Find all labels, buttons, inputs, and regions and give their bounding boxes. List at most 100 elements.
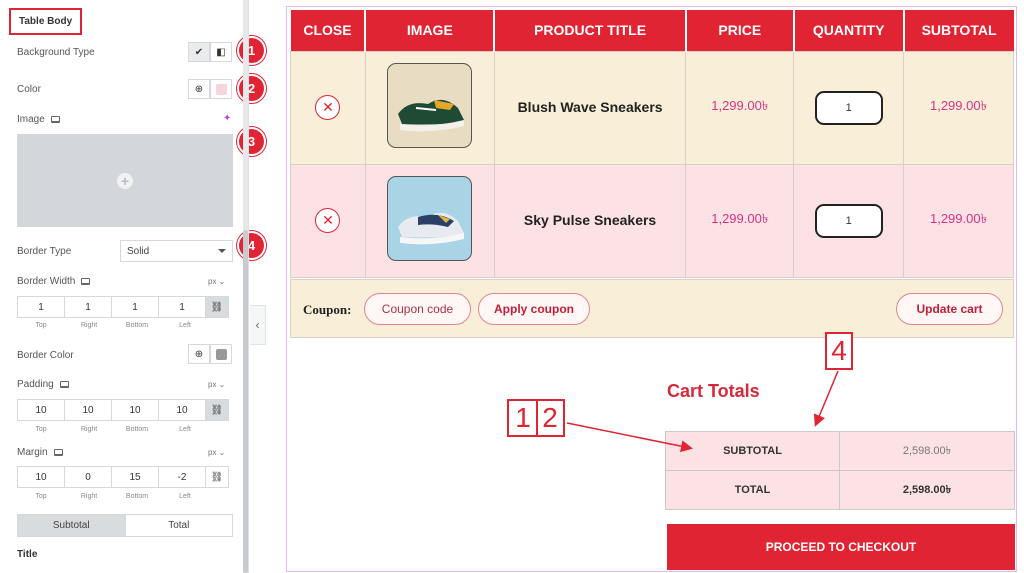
padding-left[interactable]: 10 (158, 399, 206, 421)
color-label: Color (17, 84, 41, 95)
total-label: TOTAL (665, 470, 840, 510)
product-title[interactable]: Sky Pulse Sneakers (524, 212, 656, 228)
qty-cell: 1 (793, 50, 905, 165)
product-image-sky-pulse[interactable] (387, 175, 473, 261)
badge-2: 2 (237, 74, 266, 103)
quantity-input[interactable]: 1 (814, 90, 883, 125)
globe-icon[interactable]: ⊕ (188, 344, 210, 364)
padding-top[interactable]: 10 (17, 399, 65, 421)
section-title[interactable]: Table Body (9, 8, 83, 35)
desktop-icon[interactable] (81, 277, 91, 285)
padding-bottom[interactable]: 10 (111, 399, 159, 421)
qty-cell: 1 (793, 163, 905, 278)
header-close: CLOSE (290, 10, 367, 51)
border-width-top[interactable]: 1 (17, 296, 65, 318)
dim-label-right: Right (80, 493, 98, 500)
product-price: 1,299.00৳ (711, 98, 769, 113)
tab-subtotal[interactable]: Subtotal (18, 515, 126, 536)
divider (248, 0, 249, 573)
editor-panel: Table Body Background Type ✔ ◧ 1 Color ⊕… (0, 0, 266, 573)
quantity-input[interactable]: 1 (814, 203, 883, 238)
margin-right[interactable]: 0 (64, 466, 112, 488)
padding-inputs: 10 10 10 10 ⛓ (17, 399, 233, 421)
border-type-select[interactable]: Solid (120, 240, 233, 262)
margin-left[interactable]: -2 (158, 466, 206, 488)
image-label: Image (17, 114, 60, 125)
badge-4: 4 (237, 231, 266, 260)
dim-label-bottom: Bottom (125, 426, 149, 433)
cart-preview: CLOSE IMAGE PRODUCT TITLE PRICE QUANTITY… (286, 6, 1017, 572)
collapse-panel-button[interactable]: ‹ (250, 305, 266, 345)
remove-item-icon[interactable]: ✕ (315, 208, 341, 233)
border-width-left[interactable]: 1 (158, 296, 206, 318)
padding-label: Padding (17, 379, 69, 390)
remove-item-icon[interactable]: ✕ (315, 95, 341, 120)
chevron-down-icon (218, 249, 226, 253)
dim-label-right: Right (80, 426, 98, 433)
cart-table: CLOSE IMAGE PRODUCT TITLE PRICE QUANTITY… (290, 10, 1014, 278)
link-icon[interactable]: ⛓ (205, 466, 229, 488)
margin-bottom[interactable]: 15 (111, 466, 159, 488)
padding-right[interactable]: 10 (64, 399, 112, 421)
gradient-icon[interactable]: ◧ (210, 42, 232, 62)
product-title[interactable]: Blush Wave Sneakers (518, 99, 663, 115)
link-icon[interactable]: ⛓ (205, 399, 229, 421)
price-cell: 1,299.00৳ (685, 163, 795, 278)
color-swatch[interactable] (210, 79, 232, 99)
row-subtotal: 1,299.00৳ (929, 211, 988, 226)
globe-icon[interactable]: ⊕ (188, 79, 210, 99)
subtotal-cell: 1,299.00৳ (903, 163, 1014, 278)
dim-label-top: Top (35, 493, 47, 500)
product-image-blush-wave[interactable] (387, 62, 473, 148)
dim-label-bottom: Bottom (125, 322, 149, 329)
desktop-icon[interactable] (50, 115, 60, 123)
unit-select[interactable]: px ⌄ (208, 277, 225, 286)
border-color-swatch[interactable] (210, 344, 232, 364)
close-cell: ✕ (290, 163, 366, 278)
unit-select[interactable]: px ⌄ (208, 380, 225, 389)
image-dropzone[interactable]: + (17, 134, 233, 227)
dim-label-top: Top (35, 322, 47, 329)
link-icon[interactable]: ⛓ (205, 296, 229, 318)
callout-number: 1 (515, 402, 531, 433)
callout-1-2: 1 2 (507, 399, 565, 437)
desktop-icon[interactable] (53, 448, 63, 456)
margin-label: Margin (17, 447, 63, 458)
ai-sparkle-icon[interactable]: ✦ (223, 113, 231, 124)
dim-label-left: Left (179, 322, 191, 329)
dim-label-top: Top (35, 426, 47, 433)
title-label: Title (17, 549, 38, 560)
tab-total[interactable]: Total (126, 515, 233, 536)
apply-coupon-button[interactable]: Apply coupon (478, 293, 590, 325)
border-width-bottom[interactable]: 1 (111, 296, 159, 318)
margin-top[interactable]: 10 (17, 466, 65, 488)
callout-number: 4 (831, 335, 847, 366)
border-width-label: Border Width (17, 276, 91, 287)
padding-dim-labels: Top Right Bottom Left (17, 426, 209, 433)
subtotal-value: 2,598.00৳ (839, 431, 1015, 471)
coupon-code-input[interactable]: Coupon code (364, 293, 471, 325)
table-row: ✕ Blush Wave Sneakers 1,299.00৳ 1 1,299.… (290, 50, 1014, 165)
cart-header-row: CLOSE IMAGE PRODUCT TITLE PRICE QUANTITY… (290, 10, 1014, 51)
cart-totals-table: SUBTOTAL 2,598.00৳ TOTAL 2,598.00৳ (665, 431, 1015, 510)
product-price: 1,299.00৳ (711, 211, 769, 226)
border-width-right[interactable]: 1 (64, 296, 112, 318)
unit-select[interactable]: px ⌄ (208, 448, 225, 457)
dim-label-bottom: Bottom (125, 493, 149, 500)
border-type-label: Border Type (17, 246, 72, 257)
header-price: PRICE (685, 10, 795, 51)
border-color-label: Border Color (17, 350, 74, 361)
dim-label-left: Left (179, 493, 191, 500)
classic-brush-icon[interactable]: ✔ (188, 42, 210, 62)
header-quantity: QUANTITY (793, 10, 905, 51)
proceed-to-checkout-button[interactable]: PROCEED TO CHECKOUT (667, 524, 1015, 570)
callout-4: 4 (825, 332, 853, 370)
plus-icon[interactable]: + (117, 172, 133, 189)
image-cell (364, 50, 495, 165)
desktop-icon[interactable] (59, 380, 69, 388)
row-subtotal: 1,299.00৳ (929, 98, 988, 113)
header-product-title: PRODUCT TITLE (494, 10, 687, 51)
update-cart-button[interactable]: Update cart (896, 293, 1003, 325)
header-subtotal: SUBTOTAL (903, 10, 1014, 51)
margin-dim-labels: Top Right Bottom Left (17, 493, 209, 500)
